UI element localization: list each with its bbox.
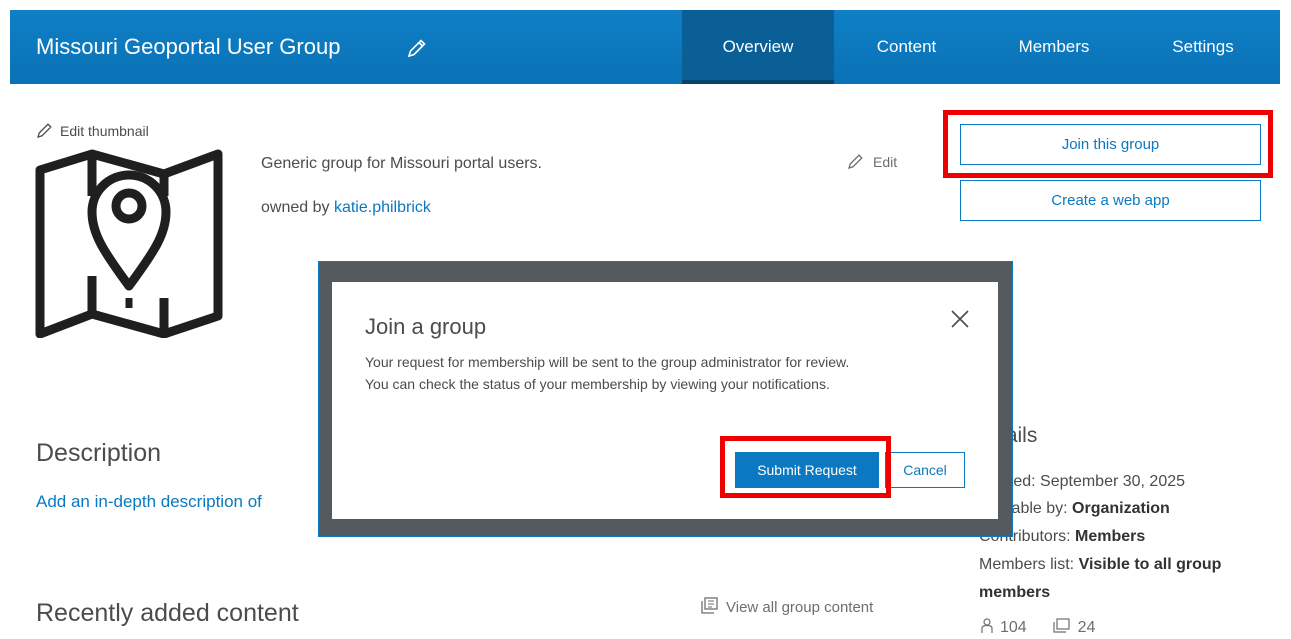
edit-thumbnail-label: Edit thumbnail (60, 123, 149, 139)
group-stats: 104 24 (980, 618, 1095, 637)
member-icon (981, 618, 993, 633)
group-page: Missouri Geoportal User Group Overview C… (0, 0, 1291, 639)
created-date: ated: September 30, 2025 (1000, 473, 1186, 490)
dialog-message-line-1: Your request for membership will be sent… (365, 354, 850, 370)
pencil-icon (37, 123, 52, 138)
edit-summary-link[interactable]: Edit (847, 152, 897, 170)
description-heading: Description (36, 439, 162, 467)
tab-settings[interactable]: Settings (1129, 10, 1277, 84)
recent-content-heading: Recently added content (36, 599, 299, 627)
join-group-button[interactable]: Join this group (960, 124, 1261, 165)
map-pin-icon (35, 149, 223, 338)
tab-members[interactable]: Members (979, 10, 1129, 84)
create-web-app-button[interactable]: Create a web app (960, 180, 1261, 221)
view-all-label: View all group content (726, 599, 874, 616)
group-owner: owned by katie.philbrick (261, 199, 431, 217)
dialog-title: Join a group (365, 314, 487, 339)
tab-overview[interactable]: Overview (682, 10, 834, 84)
item-count: 24 (1077, 619, 1096, 636)
group-title: Missouri Geoportal User Group (36, 34, 341, 59)
member-count: 104 (1000, 619, 1027, 636)
tab-content[interactable]: Content (834, 10, 979, 84)
edit-summary-label: Edit (873, 154, 898, 170)
members-list-visibility: Members list: Visible to all group (979, 556, 1222, 573)
cancel-button[interactable]: Cancel (885, 452, 965, 488)
add-description-link[interactable]: Add an in-depth description of (36, 492, 262, 512)
close-icon[interactable] (949, 308, 971, 330)
group-summary: Generic group for Missouri portal users. (261, 155, 542, 172)
join-group-dialog: Join a group Your request for membership… (332, 282, 998, 519)
viewable-by: wable by: Organization (1000, 500, 1170, 517)
highlight-submit-button (720, 436, 891, 498)
dialog-message: Your request for membership will be sent… (365, 351, 985, 395)
edit-title-pencil-icon[interactable] (406, 37, 428, 59)
members-list-visibility-cont: members (979, 584, 1051, 601)
dialog-message-line-2: You can check the status of your members… (365, 376, 830, 392)
edit-thumbnail-link[interactable]: Edit thumbnail (36, 121, 149, 139)
content-items-icon (701, 597, 718, 614)
group-header: Missouri Geoportal User Group Overview C… (10, 10, 1280, 84)
owned-by-label: owned by (261, 199, 330, 216)
pencil-icon (848, 154, 863, 169)
owner-link[interactable]: katie.philbrick (334, 199, 431, 216)
item-count-icon (1053, 618, 1070, 633)
view-all-content-link[interactable]: View all group content (700, 597, 873, 616)
